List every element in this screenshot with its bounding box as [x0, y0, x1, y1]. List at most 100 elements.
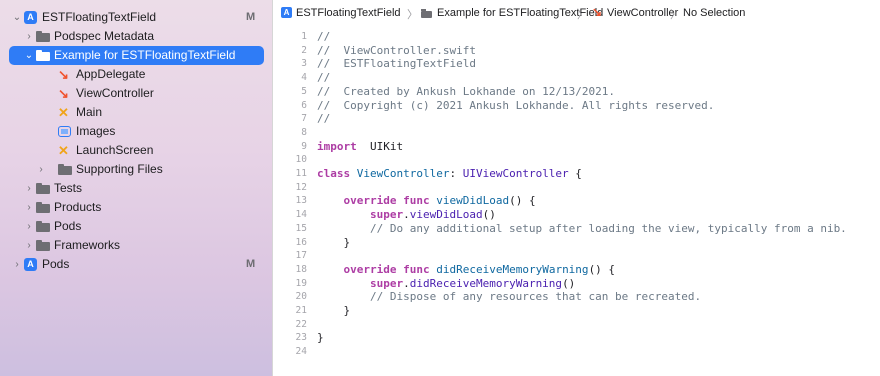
navigator-item-label: Frameworks	[54, 238, 121, 252]
chevron-right-icon[interactable]: ›	[12, 255, 22, 274]
navigator-item-label: Products	[54, 200, 102, 214]
source-control-status-badge: M	[246, 11, 256, 23]
chevron-right-icon[interactable]: ›	[24, 236, 34, 255]
code-token: }	[317, 235, 351, 249]
folder-icon	[421, 9, 433, 18]
line-number: 12	[295, 181, 307, 193]
code-line[interactable]: }	[317, 236, 350, 249]
code-token: class	[317, 167, 351, 180]
navigator-item[interactable]: ↘ AppDelegate	[0, 65, 272, 84]
line-number: 8	[301, 126, 307, 138]
chevron-down-icon[interactable]: ⌄	[24, 46, 34, 65]
code-line[interactable]: }	[317, 331, 324, 344]
xcode-project-icon: A	[24, 11, 37, 24]
jumpbar-file[interactable]: ViewController	[607, 7, 678, 19]
code-token: override	[343, 194, 397, 208]
code-token: didReceiveMemoryWarning	[409, 276, 563, 290]
code-token: super	[369, 208, 404, 222]
code-token: func	[403, 262, 430, 276]
line-number: 22	[295, 318, 307, 330]
navigator-item[interactable]: ⌄ Example for ESTFloatingTextField	[9, 46, 264, 65]
navigator-item-label: Example for ESTFloatingTextField	[54, 48, 236, 62]
xcode-project-icon: A	[281, 7, 292, 18]
code-line[interactable]: // Created by Ankush Lokhande on 12/13/2…	[317, 85, 615, 98]
navigator-item[interactable]: › Products	[0, 198, 272, 217]
line-number: 20	[295, 291, 307, 303]
code-token: () {	[509, 194, 536, 208]
jumpbar-project[interactable]: ESTFloatingTextField	[296, 7, 401, 19]
code-token: //	[317, 112, 331, 126]
navigator-item[interactable]: ✕ Main	[0, 103, 272, 122]
code-line[interactable]: //	[317, 30, 330, 43]
chevron-right-icon[interactable]: ›	[24, 198, 34, 217]
code-token: .	[403, 208, 410, 222]
code-line[interactable]: super.viewDidLoad()	[317, 208, 496, 221]
swift-file-icon: ↘	[58, 67, 69, 82]
code-line[interactable]: // Dispose of any resources that can be …	[317, 290, 701, 303]
navigator-item[interactable]: › Tests	[0, 179, 272, 198]
chevron-right-icon: 〉	[407, 9, 418, 21]
line-number: 19	[295, 277, 307, 289]
line-number: 10	[295, 154, 307, 166]
navigator-item-label: Pods	[42, 257, 70, 271]
code-line[interactable]: }	[317, 304, 350, 317]
code-token: // Dispose of any resources that can be …	[369, 290, 702, 304]
jumpbar-symbol[interactable]: No Selection	[683, 7, 745, 19]
source-editor[interactable]: 1 // 2 // ViewController.swift 3 // ESTFloati…	[273, 26, 880, 376]
navigator-item-label: LaunchScreen	[76, 143, 154, 157]
chevron-right-icon[interactable]: ›	[24, 27, 34, 46]
folder-icon	[36, 240, 50, 251]
xcode-project-icon: A	[24, 258, 37, 271]
navigator-item[interactable]: Images	[0, 122, 272, 141]
chevron-right-icon[interactable]: ›	[24, 179, 34, 198]
code-line[interactable]: super.didReceiveMemoryWarning()	[317, 277, 575, 290]
folder-icon	[36, 50, 50, 61]
code-line[interactable]: class ViewController: UIViewController {	[317, 167, 582, 180]
code-line[interactable]: override func viewDidLoad() {	[317, 194, 536, 207]
code-token: UIViewController	[462, 167, 569, 180]
navigator-item[interactable]: › Podspec Metadata	[0, 27, 272, 46]
folder-icon	[58, 164, 72, 175]
chevron-right-icon[interactable]: ›	[36, 160, 46, 179]
code-line[interactable]: import UIKit	[317, 140, 403, 153]
line-number: 9	[301, 140, 307, 152]
chevron-right-icon[interactable]: ›	[24, 217, 34, 236]
code-line[interactable]: override func didReceiveMemoryWarning() …	[317, 262, 616, 276]
navigator-item[interactable]: ✕ LaunchScreen	[0, 141, 272, 160]
code-token: super	[369, 276, 404, 290]
navigator-item[interactable]: › Pods	[0, 217, 272, 236]
code-line[interactable]: // ViewController.swift	[317, 44, 476, 57]
code-token: //	[317, 30, 331, 43]
code-line[interactable]: // Copyright (c) 2021 Ankush Lokhande. A…	[317, 99, 714, 112]
navigator-item[interactable]: ↘ ViewController	[0, 84, 272, 103]
navigator-item[interactable]: › A Pods M	[0, 255, 272, 274]
navigator-item[interactable]: › Frameworks	[0, 236, 272, 255]
line-number: 6	[301, 99, 307, 111]
chevron-right-icon: 〉	[577, 9, 588, 21]
chevron-down-icon[interactable]: ⌄	[12, 8, 22, 27]
code-line[interactable]: // Do any additional setup after loading…	[317, 222, 847, 235]
code-token: .	[403, 276, 410, 290]
line-number: 11	[295, 168, 307, 179]
line-number: 5	[301, 85, 307, 97]
code-line[interactable]: //	[317, 71, 330, 84]
code-token: import	[317, 139, 357, 153]
navigator-item-label: Pods	[54, 219, 82, 233]
navigator-item[interactable]: › Supporting Files	[0, 160, 272, 179]
code-line[interactable]: // ESTFloatingTextField	[317, 57, 476, 70]
navigator-item-label: Tests	[54, 181, 83, 195]
folder-icon	[36, 31, 50, 42]
navigator-item[interactable]: ⌄ A ESTFloatingTextField M	[0, 8, 272, 27]
code-token: }	[317, 304, 351, 317]
line-number: 1	[301, 31, 307, 42]
project-navigator: ⌄ A ESTFloatingTextField M › Podspec Metadata…	[0, 0, 272, 376]
storyboard-icon: ✕	[58, 105, 69, 120]
line-number: 17	[295, 250, 307, 262]
navigator-item-label: ViewController	[76, 86, 154, 100]
navigator-item-label: Supporting Files	[76, 162, 163, 176]
code-line[interactable]: //	[317, 112, 330, 125]
navigator-item-label: Main	[76, 105, 103, 119]
